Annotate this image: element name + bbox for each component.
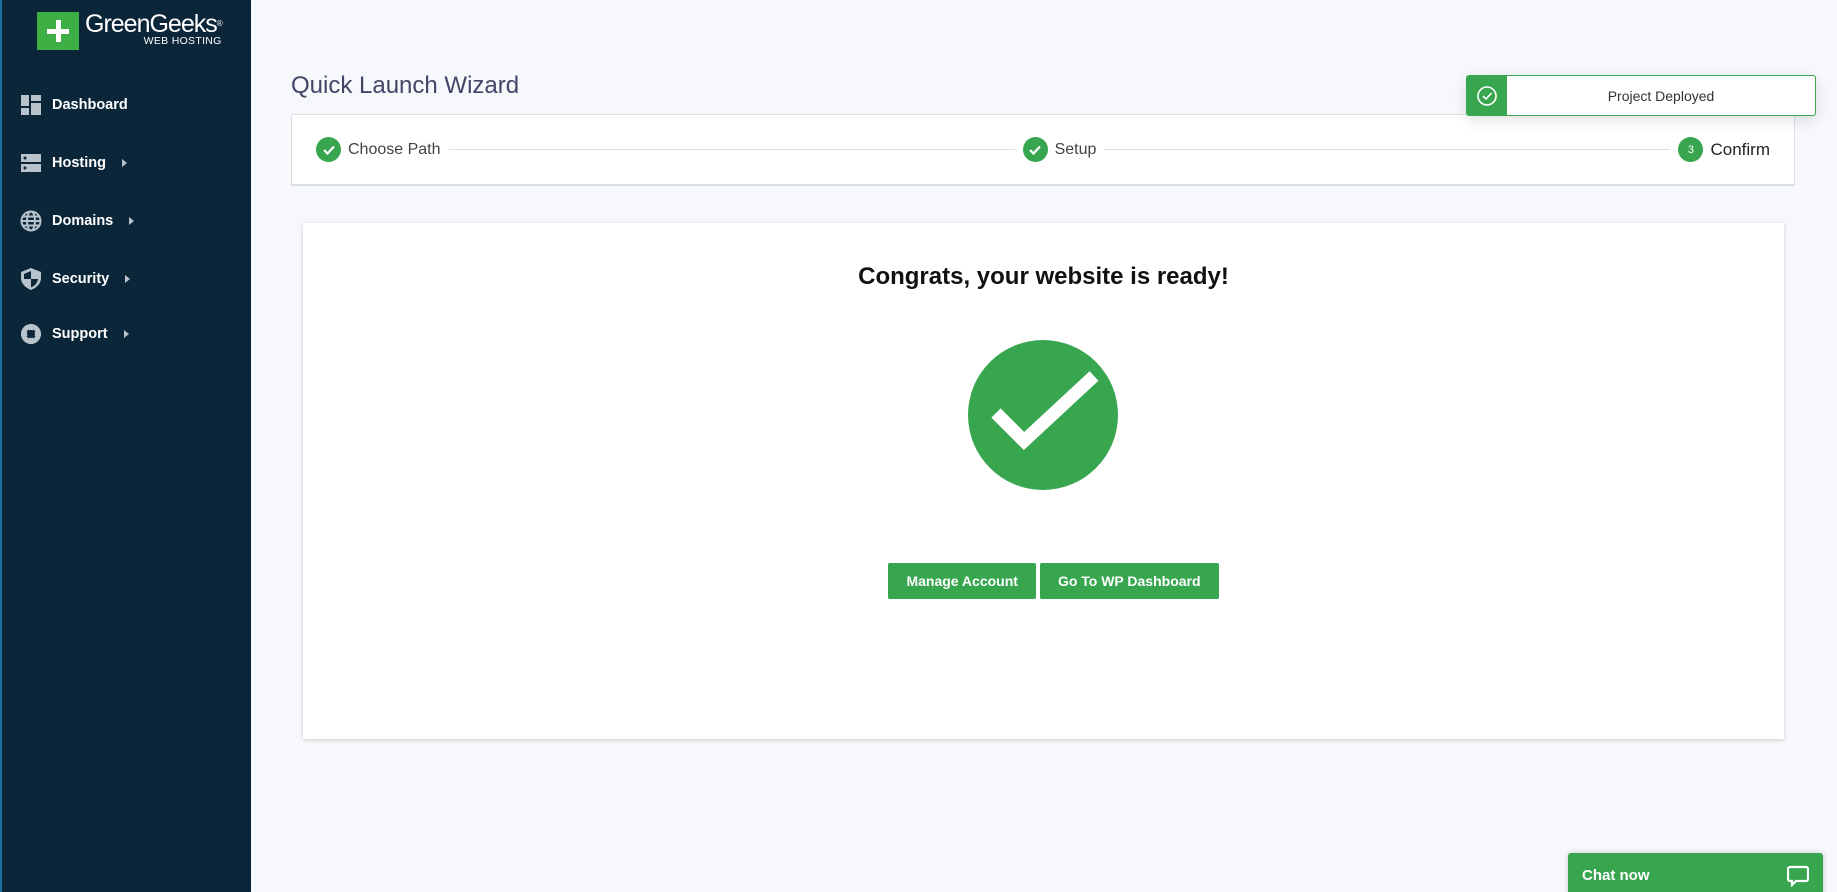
- success-heading: Congrats, your website is ready!: [858, 263, 1229, 290]
- shield-icon: [20, 268, 42, 290]
- chat-bubble-icon: [1787, 865, 1809, 887]
- dashboard-icon: [20, 94, 42, 116]
- check-circle-icon: [1467, 76, 1507, 115]
- step-number: 3: [1678, 137, 1704, 162]
- manage-account-button[interactable]: Manage Account: [888, 563, 1036, 599]
- server-icon: [20, 152, 42, 174]
- globe-icon: [20, 210, 42, 232]
- sidebar-item-label: Dashboard: [52, 97, 128, 113]
- brand-name: GreenGeeks: [85, 10, 218, 38]
- action-buttons: Manage Account Go To WP Dashboard: [303, 563, 1784, 599]
- step-confirm: 3 Confirm: [1678, 137, 1770, 162]
- step-label: Choose Path: [348, 140, 441, 158]
- success-check-icon: [968, 340, 1118, 490]
- sidebar-item-security[interactable]: Security: [20, 264, 131, 294]
- registered-mark: ®: [216, 19, 223, 28]
- sidebar-item-label: Security: [52, 271, 110, 287]
- sidebar-item-hosting[interactable]: Hosting: [20, 148, 127, 178]
- caret-right-icon: [129, 217, 135, 225]
- sidebar-item-dashboard[interactable]: Dashboard: [20, 90, 128, 120]
- wp-dashboard-button[interactable]: Go To WP Dashboard: [1039, 563, 1219, 599]
- sidebar-item-label: Support: [52, 326, 108, 342]
- sidebar: GreenGeeks® WEB HOSTING Dashboard Hostin…: [0, 0, 251, 892]
- check-icon: [316, 137, 341, 162]
- sidebar-item-domains[interactable]: Domains: [20, 206, 135, 236]
- plus-icon: [37, 12, 79, 50]
- step-label: Confirm: [1710, 139, 1770, 159]
- step-choose-path: Choose Path: [316, 137, 441, 162]
- greengeeks-logo[interactable]: GreenGeeks® WEB HOSTING: [37, 10, 223, 50]
- lifebuoy-icon: [20, 323, 42, 345]
- caret-right-icon: [121, 159, 127, 167]
- check-icon: [1022, 137, 1048, 162]
- step-connector: [448, 149, 1015, 150]
- caret-right-icon: [125, 275, 131, 283]
- toast-notification: Project Deployed: [1466, 75, 1816, 116]
- sidebar-item-support[interactable]: Support: [20, 319, 129, 349]
- toast-message: Project Deployed: [1607, 87, 1715, 104]
- chat-label: Chat now: [1582, 867, 1650, 884]
- success-card: Congrats, your website is ready! Manage …: [303, 223, 1784, 739]
- sidebar-item-label: Hosting: [52, 155, 106, 171]
- page-title: Quick Launch Wizard: [291, 72, 520, 99]
- step-setup: Setup: [1022, 137, 1097, 162]
- sidebar-item-label: Domains: [52, 213, 114, 229]
- step-connector: [1104, 149, 1671, 150]
- chat-now-button[interactable]: Chat now: [1568, 853, 1823, 892]
- step-label: Setup: [1054, 140, 1097, 158]
- wizard-stepper: Choose Path Setup 3 Confirm: [291, 114, 1795, 186]
- caret-right-icon: [123, 330, 129, 338]
